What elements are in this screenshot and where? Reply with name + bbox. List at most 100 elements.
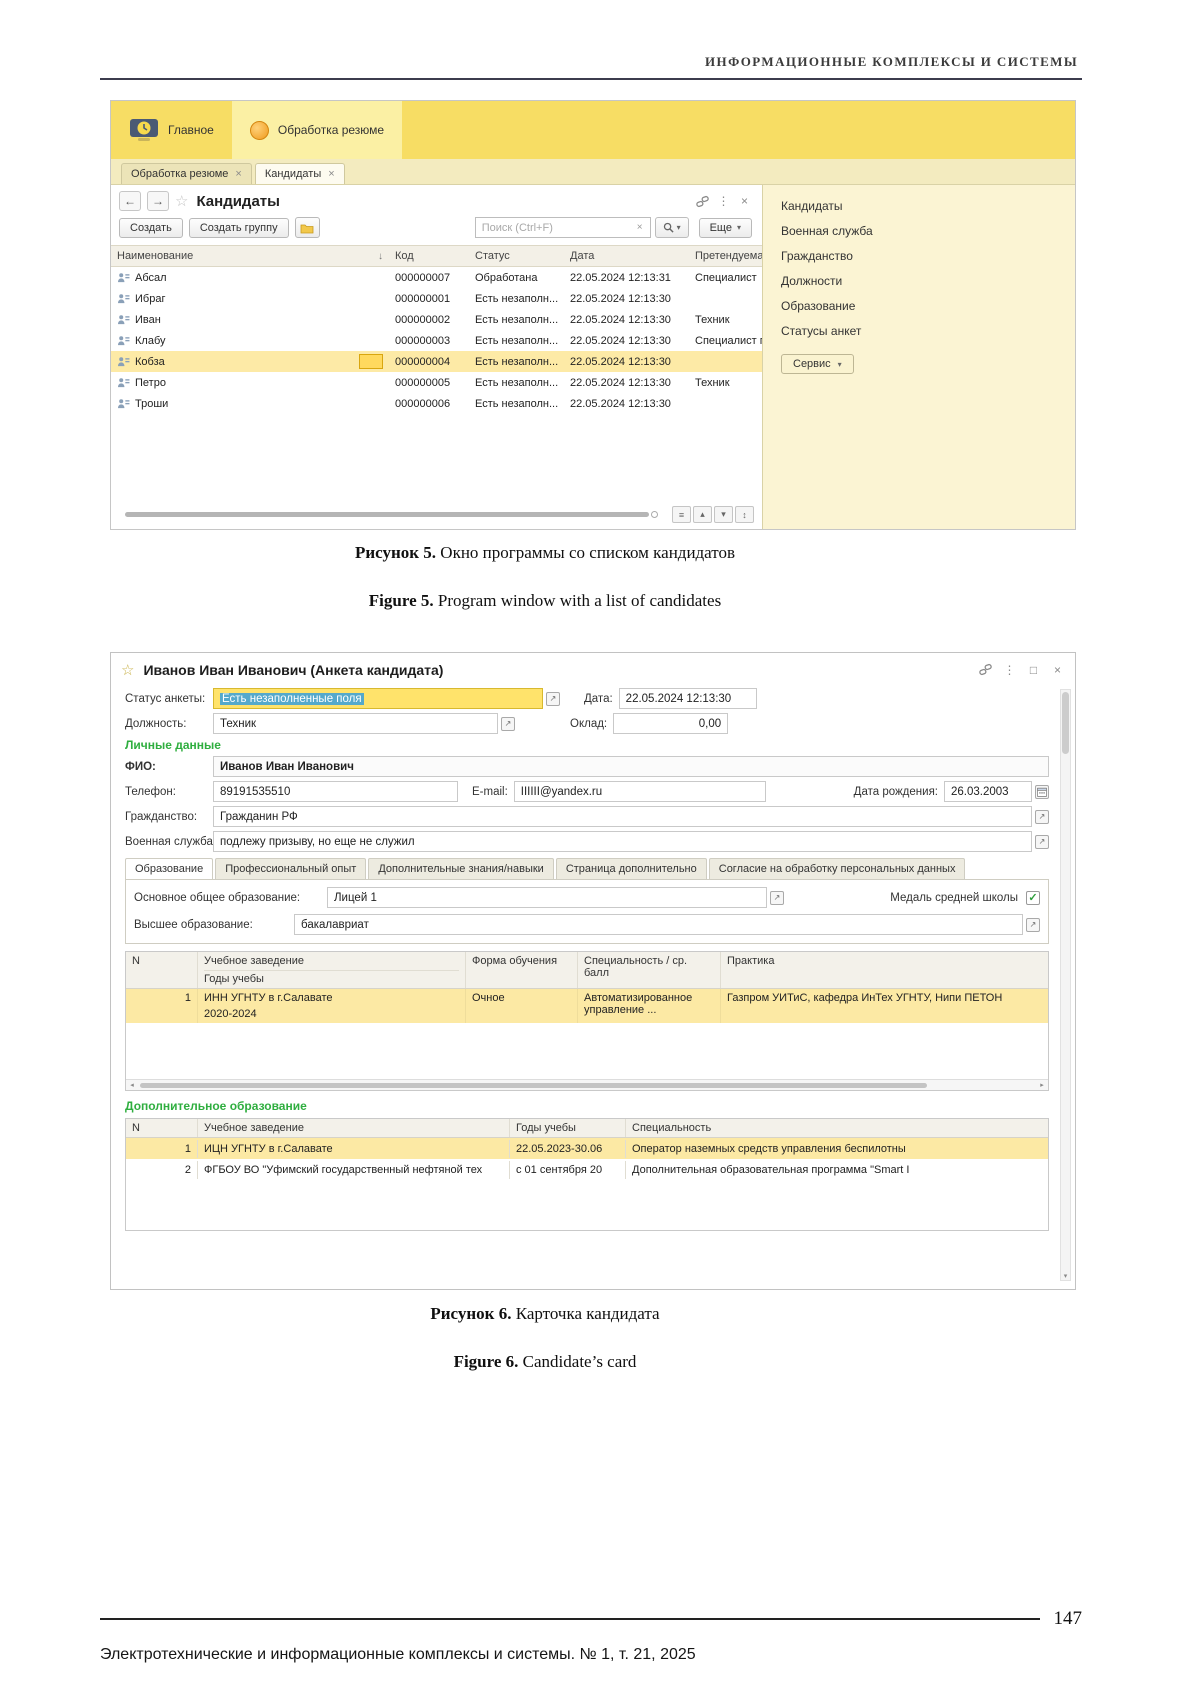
- active-cell-marker: [359, 354, 383, 369]
- position-input[interactable]: Техник: [213, 713, 498, 734]
- header-status[interactable]: Статус: [469, 250, 564, 262]
- horizontal-scrollbar[interactable]: ◂ ▸: [126, 1079, 1048, 1090]
- scroll-up-button[interactable]: ▴: [693, 506, 712, 523]
- header-name[interactable]: Наименование: [117, 250, 193, 262]
- link-icon[interactable]: [978, 663, 993, 676]
- menu-dots-icon[interactable]: ⋮: [1002, 663, 1017, 677]
- sort-desc-icon[interactable]: ↓: [378, 251, 383, 262]
- clear-search-icon[interactable]: ×: [637, 222, 643, 233]
- additional-education-row[interactable]: 2 ФГБОУ ВО "Уфимский государственный неф…: [126, 1159, 1048, 1180]
- favorite-star-icon[interactable]: ☆: [175, 192, 188, 210]
- open-icon[interactable]: ↗: [546, 692, 560, 706]
- tab-additional-skills[interactable]: Дополнительные знания/навыки: [368, 858, 554, 879]
- search-options-button[interactable]: ▾: [655, 217, 689, 238]
- table-row[interactable]: Абсал 000000007 Обработана 22.05.2024 12…: [111, 267, 762, 288]
- back-button[interactable]: ←: [119, 191, 141, 211]
- horizontal-scrollbar[interactable]: [125, 512, 665, 519]
- figure5-caption-ru: Рисунок 5. Окно программы со списком кан…: [0, 543, 1090, 563]
- header-position[interactable]: Претендуема: [689, 250, 762, 262]
- header-date[interactable]: Дата: [564, 250, 689, 262]
- open-icon[interactable]: ↗: [501, 717, 515, 731]
- service-button[interactable]: Сервис ▾: [781, 354, 854, 374]
- close-icon[interactable]: ×: [737, 194, 752, 208]
- search-input[interactable]: [475, 217, 651, 238]
- link-icon[interactable]: [695, 195, 710, 208]
- create-button[interactable]: Создать: [119, 218, 183, 238]
- sidebar-item-candidates[interactable]: Кандидаты: [781, 199, 1075, 213]
- education-table: N Учебное заведение Годы учебы Форма обу…: [125, 951, 1049, 1091]
- cell-name: Иван: [111, 314, 389, 326]
- open-icon[interactable]: ↗: [1035, 835, 1049, 849]
- tab-personal-data-consent[interactable]: Согласие на обработку персональных данны…: [709, 858, 966, 879]
- navigation-sidebar: Кандидаты Военная служба Гражданство Дол…: [763, 185, 1075, 529]
- open-icon[interactable]: ↗: [770, 891, 784, 905]
- menu-dots-icon[interactable]: ⋮: [716, 194, 731, 208]
- tab-professional-experience[interactable]: Профессиональный опыт: [215, 858, 366, 879]
- table-row[interactable]: Ибраг 000000001 Есть незаполн... 22.05.2…: [111, 288, 762, 309]
- scrollbar-thumb[interactable]: [125, 512, 649, 517]
- figure6-caption-ru: Рисунок 6. Карточка кандидата: [0, 1304, 1090, 1324]
- table-row[interactable]: Клабу 000000003 Есть незаполн... 22.05.2…: [111, 330, 762, 351]
- close-icon[interactable]: ×: [328, 168, 334, 180]
- additional-education-row-selected[interactable]: 1 ИЦН УГНТУ в г.Салавате 22.05.2023-30.0…: [126, 1138, 1048, 1159]
- cell-status: Обработана: [469, 272, 564, 284]
- favorite-star-icon[interactable]: ☆: [121, 661, 134, 679]
- tab-label: Кандидаты: [265, 168, 321, 180]
- sidebar-item-military-service[interactable]: Военная служба: [781, 224, 1075, 238]
- sidebar-item-citizenship[interactable]: Гражданство: [781, 249, 1075, 263]
- status-input[interactable]: Есть незаполненные поля: [213, 688, 543, 709]
- table-row[interactable]: Иван 000000002 Есть незаполн... 22.05.20…: [111, 309, 762, 330]
- close-icon[interactable]: ×: [1050, 663, 1065, 677]
- scrollbar-thumb[interactable]: [140, 1083, 927, 1088]
- maximize-icon[interactable]: □: [1026, 663, 1041, 677]
- general-education-input[interactable]: Лицей 1: [327, 887, 767, 908]
- table-row-selected[interactable]: Кобза 000000004 Есть незаполн... 22.05.2…: [111, 351, 762, 372]
- vertical-scrollbar[interactable]: ▾: [1060, 689, 1071, 1281]
- create-group-button[interactable]: Создать группу: [189, 218, 289, 238]
- more-button[interactable]: Еще ▾: [699, 218, 752, 238]
- scrollbar-thumb[interactable]: [1062, 692, 1069, 754]
- fio-input[interactable]: Иванов Иван Иванович: [213, 756, 1049, 777]
- salary-input[interactable]: 0,00: [613, 713, 728, 734]
- military-service-input[interactable]: подлежу призыву, но еще не служил: [213, 831, 1032, 852]
- open-icon[interactable]: ↗: [1035, 810, 1049, 824]
- tab-education[interactable]: Образование: [125, 858, 213, 879]
- forward-button[interactable]: →: [147, 191, 169, 211]
- tab-resume-processing[interactable]: Обработка резюме ×: [121, 163, 252, 184]
- citizenship-input[interactable]: Гражданин РФ: [213, 806, 1032, 827]
- cell-status: Есть незаполн...: [469, 293, 564, 305]
- higher-education-input[interactable]: бакалавриат: [294, 914, 1023, 935]
- phone-input[interactable]: 89191535510: [213, 781, 458, 802]
- open-icon[interactable]: ↗: [1026, 918, 1040, 932]
- school-medal-checkbox[interactable]: ✓: [1026, 891, 1040, 905]
- scroll-down-icon[interactable]: ▾: [1061, 1272, 1070, 1280]
- list-menu-button[interactable]: ≡: [672, 506, 691, 523]
- email-input[interactable]: IIIIII@yandex.ru: [514, 781, 766, 802]
- section-main-label: Главное: [168, 123, 214, 137]
- date-input[interactable]: 22.05.2024 12:13:30: [619, 688, 757, 709]
- folder-button[interactable]: [295, 217, 320, 238]
- scroll-right-icon[interactable]: ▸: [1036, 1081, 1048, 1089]
- section-main-button[interactable]: Главное: [111, 101, 232, 159]
- cell-status: Есть незаполн...: [469, 398, 564, 410]
- table-row[interactable]: Петро 000000005 Есть незаполн... 22.05.2…: [111, 372, 762, 393]
- sidebar-item-education[interactable]: Образование: [781, 299, 1075, 313]
- calendar-icon[interactable]: [1035, 785, 1049, 799]
- table-row[interactable]: Троши 000000006 Есть незаполн... 22.05.2…: [111, 393, 762, 414]
- header-code[interactable]: Код: [389, 250, 469, 262]
- salary-label: Оклад:: [570, 718, 607, 730]
- education-row-selected[interactable]: 1 ИНН УГНТУ в г.Салавате 2020-2024 Очное…: [126, 989, 1048, 1023]
- scroll-updown-button[interactable]: ↕: [735, 506, 754, 523]
- sidebar-item-positions[interactable]: Должности: [781, 274, 1075, 288]
- scroll-left-icon[interactable]: ◂: [126, 1081, 138, 1089]
- tab-candidates[interactable]: Кандидаты ×: [255, 163, 345, 184]
- chevron-down-icon: ▾: [737, 223, 741, 232]
- sidebar-item-form-statuses[interactable]: Статусы анкет: [781, 324, 1075, 338]
- birthdate-input[interactable]: 26.03.2003: [944, 781, 1032, 802]
- scroll-down-button[interactable]: ▾: [714, 506, 733, 523]
- section-resume-button[interactable]: Обработка резюме: [232, 101, 402, 159]
- military-service-label: Военная служба:: [125, 836, 213, 848]
- tab-additional-page[interactable]: Страница дополнительно: [556, 858, 707, 879]
- date-label: Дата:: [584, 693, 613, 705]
- close-icon[interactable]: ×: [235, 168, 241, 180]
